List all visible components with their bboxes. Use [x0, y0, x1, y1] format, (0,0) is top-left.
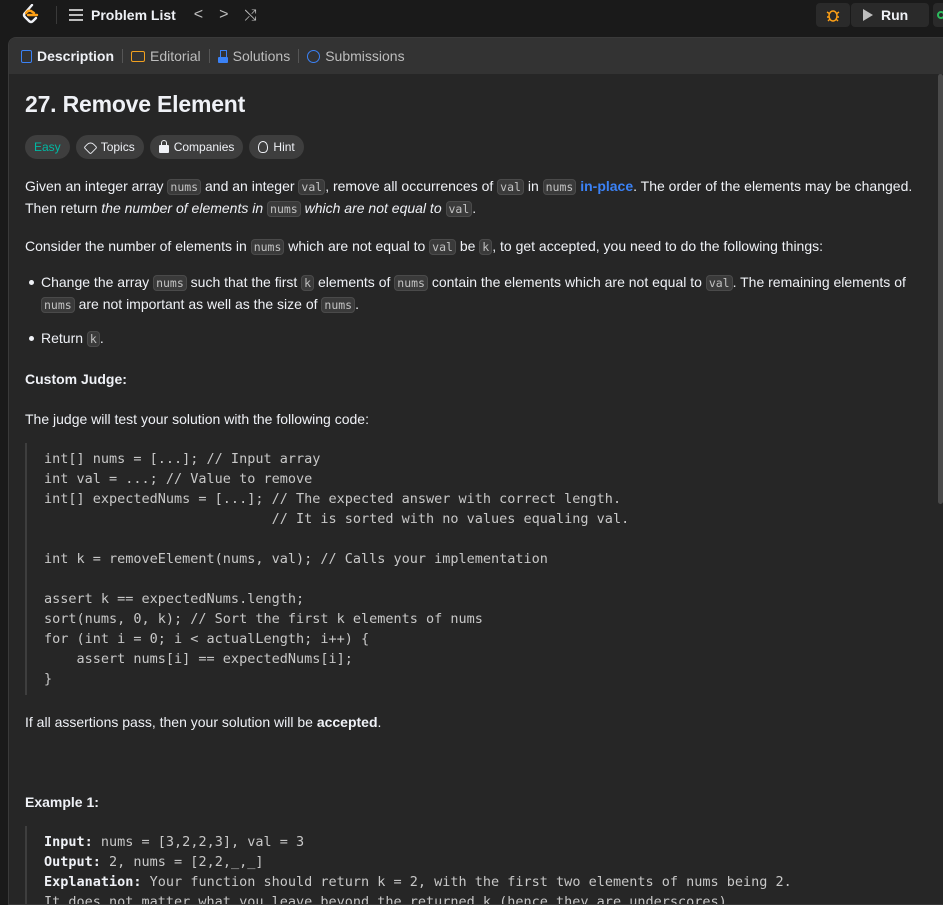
topics-badge[interactable]: Topics [75, 135, 144, 159]
leetcode-logo-icon[interactable] [20, 4, 42, 26]
history-icon [307, 49, 321, 63]
lightbulb-icon [258, 141, 269, 153]
submit-icon [937, 11, 943, 19]
list-item: Return k. [29, 328, 925, 350]
description-paragraph: Given an integer array nums and an integ… [25, 178, 913, 217]
run-button[interactable]: Run [851, 3, 929, 27]
problem-list-label: Problem List [91, 7, 176, 23]
top-bar: Problem List < > ⤭ Run [0, 0, 943, 30]
list-item: Change the array nums such that the firs… [29, 272, 925, 316]
example-1-block: Input: nums = [3,2,2,3], val = 3 Output:… [25, 826, 925, 904]
inline-code: val [497, 179, 524, 195]
shuffle-icon[interactable]: ⤭ [244, 7, 256, 24]
inline-code: val [429, 239, 456, 255]
inline-code: val [298, 179, 326, 195]
lock-icon [158, 139, 169, 153]
companies-label: Companies [173, 140, 235, 154]
difficulty-badge: Easy [25, 135, 70, 159]
topics-label: Topics [100, 140, 135, 154]
inline-code: nums [542, 179, 577, 195]
tab-divider [122, 49, 124, 63]
tab-submissions[interactable]: Submissions [307, 48, 405, 64]
problem-list-button[interactable]: Problem List [69, 7, 176, 23]
companies-badge[interactable]: Companies [149, 135, 244, 159]
list-icon [69, 9, 83, 21]
debug-button[interactable] [816, 3, 850, 27]
hint-label: Hint [273, 140, 295, 154]
requirements-list: Change the array nums such that the firs… [25, 272, 925, 350]
in-place-link[interactable]: in-place [580, 178, 633, 194]
tab-divider [298, 49, 300, 63]
problem-content: 27. Remove Element Easy Topics Companies… [25, 74, 925, 904]
topbar-divider [56, 6, 57, 24]
tab-label: Solutions [232, 48, 291, 64]
panel-tabs: Description Editorial Solutions Submissi… [9, 38, 943, 74]
document-icon [21, 49, 32, 63]
tab-editorial[interactable]: Editorial [131, 48, 201, 64]
inline-code: nums [267, 201, 301, 217]
bug-icon [826, 10, 840, 22]
hint-badge[interactable]: Hint [249, 135, 304, 159]
inline-code: val [445, 201, 473, 217]
tab-label: Submissions [325, 48, 405, 64]
next-problem-chevron-right-icon[interactable]: > [219, 7, 228, 23]
description-panel: Description Editorial Solutions Submissi… [8, 37, 943, 905]
flask-icon [217, 49, 228, 63]
play-icon [863, 9, 873, 21]
tab-label: Editorial [150, 48, 201, 64]
tab-divider [208, 49, 210, 63]
tab-description[interactable]: Description [21, 48, 114, 64]
consider-paragraph: Consider the number of elements in nums … [25, 238, 824, 255]
scrollbar[interactable] [938, 74, 943, 504]
inline-code: k [479, 239, 493, 255]
run-label: Run [881, 7, 909, 23]
tab-label: Description [37, 48, 115, 64]
judge-code-block: int[] nums = [...]; // Input array int v… [25, 443, 925, 695]
inline-code: nums [167, 179, 202, 195]
prev-problem-chevron-left-icon[interactable]: < [194, 7, 203, 23]
custom-judge-heading: Custom Judge: [25, 371, 127, 387]
inline-code: nums [250, 239, 285, 255]
submit-button[interactable] [933, 3, 943, 27]
tag-icon [83, 139, 98, 155]
judge-paragraph: The judge will test your solution with t… [25, 411, 369, 427]
badge-row: Easy Topics Companies Hint [25, 135, 925, 159]
accept-paragraph: If all assertions pass, then your soluti… [25, 714, 382, 730]
book-icon [131, 50, 146, 62]
problem-title[interactable]: 27. Remove Element [25, 91, 925, 118]
tab-solutions[interactable]: Solutions [217, 48, 291, 64]
example-1-heading: Example 1: [25, 794, 99, 810]
